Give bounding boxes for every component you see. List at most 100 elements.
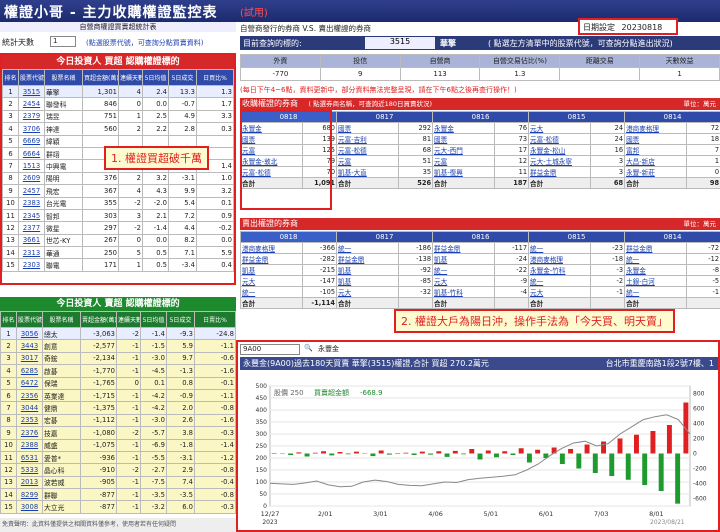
broker-name-link[interactable]: 永豐金-竹科 [528,264,592,276]
stock-code-link[interactable]: 3056 [16,326,43,341]
stock-code-link[interactable]: 2353 [16,413,43,428]
broker-name-link[interactable]: 凱基 [240,264,303,276]
sell-ranking-panel: 今日投資人 賣超 認購權證標的 排名 股票代號 股票名稱 賣超金額(萬) 連續天數 5日均… [0,297,236,517]
cell: -3.1 [166,450,195,465]
broker-name-link[interactable]: 元大 [528,122,592,134]
cell: 9 [2,184,19,198]
disclaimer: 免責聲明：此資料僅提供之相關資料僅參考，使用者若有任何疑問 [0,518,236,532]
broker-name-link[interactable]: 統一 [624,253,688,265]
cell: 2.8 [168,122,197,136]
stock-code-link[interactable]: 2377 [18,221,45,235]
broker-name-link[interactable]: 元大-土城永寧 [528,155,592,167]
broker-name-link[interactable]: 元大 [432,275,496,287]
stock-code-link[interactable]: 2383 [18,196,45,210]
sum-value: 68 [590,177,626,189]
stock-code-link[interactable]: 3443 [16,339,43,353]
date-value[interactable]: 20230818 [622,23,663,32]
stock-code-link[interactable]: 2457 [18,184,45,198]
broker-name-link[interactable]: 凱基-竹科 [432,286,496,298]
broker-name-link[interactable]: 富邦 [624,144,688,156]
broker-name-link[interactable]: 元大-西門 [432,144,496,156]
flow-bar [683,402,689,454]
broker-name-link[interactable]: 國票 [432,133,496,145]
cell: 4.4 [168,221,197,235]
broker-name-link[interactable]: 元富-吉利 [336,133,400,145]
stock-code-link[interactable]: 2313 [18,246,45,260]
broker-name-link[interactable]: 國票 [624,133,688,145]
broker-name-link[interactable]: 元富 [336,155,400,167]
broker-amount: 24 [590,133,626,145]
stock-code-link[interactable]: 2345 [18,208,45,223]
broker-name-link[interactable]: 元富 [432,155,496,167]
cell: 1 [118,258,143,272]
broker-row: 元大 -147 凱基 -85 元大 -9 統一 -2 土銀-白河 -5 [240,275,720,287]
broker-name-link[interactable]: 港商麥格理 [240,242,303,254]
broker-name-link[interactable]: 元富-松德 [336,144,400,156]
stock-code-link[interactable]: 2356 [16,388,43,403]
days-select[interactable]: 1 [50,36,76,47]
broker-name-link[interactable]: 統一 [240,286,303,298]
stock-code-link[interactable]: 2379 [18,109,45,124]
stock-code-link[interactable]: 6664 [18,146,45,161]
stock-name: 威盛 [42,438,81,452]
stock-code-link[interactable]: 3017 [16,351,43,366]
stock-code-link[interactable]: 2303 [18,258,45,272]
broker-name-link[interactable]: 凱基 [336,264,400,276]
stock-code-link[interactable]: 3515 [18,84,45,99]
chart-title: 永豐金(9A00)過去180天買賣 華擎(3515)權證,合計 買超 270.2… [243,359,489,368]
broker-name-link[interactable]: 群益金鼎 [528,166,592,178]
flow-bar [584,444,590,454]
stock-code-link[interactable]: 2013 [16,475,43,490]
stats-value [559,67,641,81]
broker-name-link[interactable]: 統一 [624,286,688,298]
broker-name-link[interactable]: 統一 [432,264,496,276]
broker-name-link[interactable]: 統一 [528,275,592,287]
broker-name-link[interactable]: 凱基-大直 [336,166,400,178]
stock-code-link[interactable]: 1513 [18,159,45,173]
broker-name-link[interactable]: 凱基-復興 [432,166,496,178]
sum-label: 合計 [336,177,400,189]
sum-label: 合計 [528,177,592,189]
broker-name-link[interactable]: 群益金鼎 [240,253,303,265]
broker-name-link[interactable]: 元大 [336,286,400,298]
stock-code-link[interactable]: 2388 [16,438,43,452]
stock-code-link[interactable]: 5333 [16,463,43,477]
broker-name-link[interactable]: 國票 [336,122,400,134]
stock-code-link[interactable]: 6531 [16,450,43,465]
broker-name-link[interactable]: 群益金鼎 [336,253,400,265]
broker-name-link[interactable]: 群益金鼎 [432,242,496,254]
broker-name-link[interactable]: 港商麥格理 [624,122,688,134]
stock-code-link[interactable]: 2454 [18,97,45,111]
broker-name-link[interactable]: 永豐金 [432,122,496,134]
broker-name-link[interactable]: 元大 [240,275,303,287]
broker-name-link[interactable]: 土銀-白河 [624,275,688,287]
stock-code-link[interactable]: 6669 [18,134,45,148]
stock-code-link[interactable]: 3044 [16,401,43,415]
annotation-2: 2. 權證大戶為陽日沖，操作手法為「今天買、明天賣」 [394,309,675,333]
broker-name-link[interactable]: 永豐-新莊 [624,166,688,178]
stock-code-link[interactable]: 6472 [16,376,43,390]
broker-name-link[interactable]: 元富-松德 [528,133,592,145]
broker-name-link[interactable]: 統一 [336,242,400,254]
stock-code-link[interactable]: 3008 [16,500,43,514]
broker-input[interactable]: 9A00 [240,344,300,355]
broker-name-link[interactable]: 統一 [528,242,592,254]
stock-code-link[interactable]: 2376 [16,426,43,440]
stock-code-link[interactable]: 3661 [18,233,45,248]
cell: 560 [82,122,119,136]
broker-name-link[interactable]: 凱基 [432,253,496,265]
broker-name-link[interactable]: 群益金鼎 [624,242,688,254]
date-setting[interactable]: 日期設定 20230818 [578,18,678,35]
broker-name-link[interactable]: 永豐金 [624,264,688,276]
broker-name-link[interactable]: 大昌-新店 [624,155,688,167]
stock-code-input[interactable]: 3515 [365,37,435,49]
broker-name-link[interactable]: 元大 [528,286,592,298]
broker-name-link[interactable]: 凱基 [336,275,400,287]
search-icon[interactable]: 🔍 [304,344,313,352]
broker-name-link[interactable]: 港商麥格理 [528,253,592,265]
stock-code-link[interactable]: 8299 [16,488,43,502]
stock-code-link[interactable]: 3706 [18,122,45,136]
broker-name-link[interactable]: 永豐金-松山 [528,144,592,156]
stock-code-link[interactable]: 2609 [18,171,45,186]
stock-code-link[interactable]: 6285 [16,364,43,378]
